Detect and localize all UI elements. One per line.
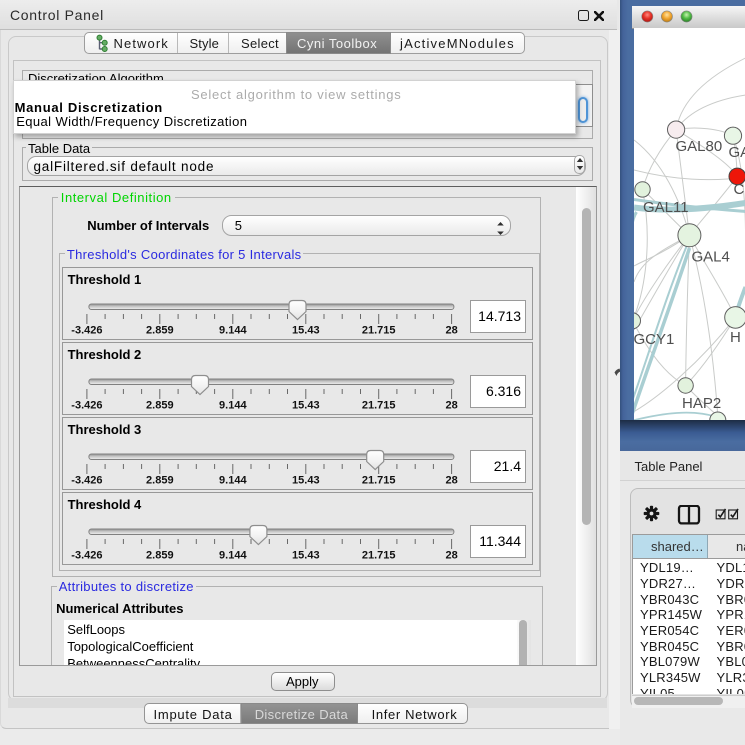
svg-text:9.144: 9.144 bbox=[219, 550, 247, 562]
svg-text:HAP2: HAP2 bbox=[682, 395, 721, 412]
svg-text:28: 28 bbox=[446, 325, 458, 337]
svg-text:-3.426: -3.426 bbox=[71, 475, 102, 487]
svg-text:-3.426: -3.426 bbox=[71, 400, 102, 412]
svg-text:GCY1: GCY1 bbox=[634, 331, 674, 348]
svg-text:2.859: 2.859 bbox=[146, 475, 174, 487]
svg-text:GA: GA bbox=[728, 144, 745, 161]
svg-text:28: 28 bbox=[446, 475, 458, 487]
svg-text:21.715: 21.715 bbox=[362, 550, 396, 562]
svg-text:9.144: 9.144 bbox=[219, 475, 247, 487]
svg-text:C: C bbox=[733, 181, 744, 198]
svg-text:H: H bbox=[730, 329, 741, 346]
svg-text:21.715: 21.715 bbox=[362, 475, 396, 487]
svg-text:15.43: 15.43 bbox=[292, 400, 320, 412]
svg-text:2.859: 2.859 bbox=[146, 325, 174, 337]
svg-text:GAL11: GAL11 bbox=[643, 199, 689, 216]
svg-text:-3.426: -3.426 bbox=[71, 550, 102, 562]
svg-text:2.859: 2.859 bbox=[146, 550, 174, 562]
svg-text:GAL4: GAL4 bbox=[691, 249, 729, 266]
svg-text:15.43: 15.43 bbox=[292, 325, 320, 337]
svg-text:21.715: 21.715 bbox=[362, 325, 396, 337]
svg-text:GAL80: GAL80 bbox=[675, 138, 722, 155]
svg-text:28: 28 bbox=[446, 550, 458, 562]
svg-text:15.43: 15.43 bbox=[292, 475, 320, 487]
svg-text:9.144: 9.144 bbox=[219, 325, 247, 337]
svg-text:15.43: 15.43 bbox=[292, 550, 320, 562]
svg-text:28: 28 bbox=[446, 400, 458, 412]
svg-text:-3.426: -3.426 bbox=[71, 325, 102, 337]
svg-text:21.715: 21.715 bbox=[362, 400, 396, 412]
svg-text:2.859: 2.859 bbox=[146, 400, 174, 412]
svg-text:9.144: 9.144 bbox=[219, 400, 247, 412]
